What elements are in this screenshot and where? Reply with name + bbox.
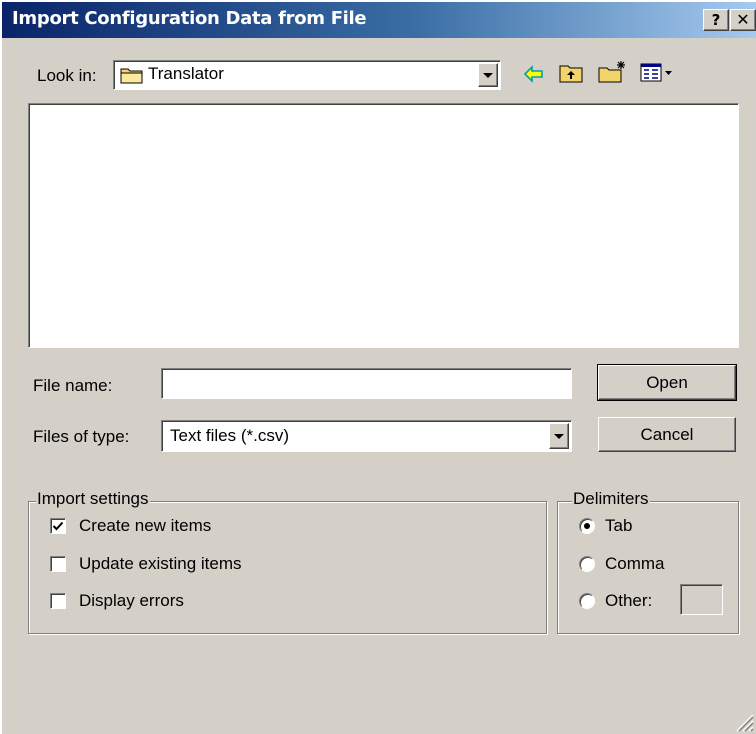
delimiters-title: Delimiters xyxy=(572,489,650,509)
look-in-dropdown-button[interactable] xyxy=(478,63,498,87)
delimiter-tab-radio[interactable] xyxy=(579,518,595,534)
create-new-items-label: Create new items xyxy=(79,516,212,535)
new-folder-icon[interactable] xyxy=(597,60,629,84)
window-title: Import Configuration Data from File xyxy=(12,8,367,29)
file-type-select[interactable]: Text files (*.csv) xyxy=(161,420,572,452)
view-menu-icon[interactable] xyxy=(640,62,676,84)
back-arrow-icon[interactable] xyxy=(523,64,545,84)
file-list[interactable] xyxy=(28,103,739,348)
checkmark-icon xyxy=(52,521,64,531)
radio-selected-dot xyxy=(584,523,590,529)
file-type-dropdown-button[interactable] xyxy=(549,423,569,449)
close-icon: ✕ xyxy=(736,10,750,29)
open-button[interactable]: Open xyxy=(597,364,737,401)
cancel-button[interactable]: Cancel xyxy=(598,417,736,452)
delimiter-comma-label: Comma xyxy=(605,554,665,573)
display-errors-checkbox[interactable] xyxy=(50,593,66,609)
file-type-label: Files of type: xyxy=(33,427,130,446)
look-in-combobox[interactable]: Translator xyxy=(113,60,501,90)
file-name-label: File name: xyxy=(33,376,113,395)
file-type-value: Text files (*.csv) xyxy=(170,426,290,445)
chevron-down-icon xyxy=(483,73,493,78)
chevron-down-icon xyxy=(554,434,564,439)
display-errors-label: Display errors xyxy=(79,591,184,610)
close-button[interactable]: ✕ xyxy=(730,9,756,31)
look-in-label: Look in: xyxy=(37,66,97,85)
folder-icon xyxy=(120,68,143,84)
delimiter-tab-label: Tab xyxy=(605,516,633,535)
update-existing-items-checkbox[interactable] xyxy=(50,556,66,572)
file-name-input[interactable] xyxy=(161,368,572,399)
resize-grip-icon[interactable] xyxy=(732,710,754,732)
help-button[interactable]: ? xyxy=(703,9,729,31)
delimiter-other-radio[interactable] xyxy=(579,593,595,609)
look-in-value: Translator xyxy=(148,64,224,83)
up-folder-icon[interactable] xyxy=(558,62,584,84)
create-new-items-checkbox[interactable] xyxy=(50,518,66,534)
update-existing-items-label: Update existing items xyxy=(79,554,242,573)
delimiter-other-label: Other: xyxy=(605,591,653,610)
title-bar[interactable]: Import Configuration Data from File xyxy=(2,2,756,38)
import-settings-title: Import settings xyxy=(36,489,150,509)
delimiter-other-input[interactable] xyxy=(680,584,723,615)
delimiter-comma-radio[interactable] xyxy=(579,556,595,572)
